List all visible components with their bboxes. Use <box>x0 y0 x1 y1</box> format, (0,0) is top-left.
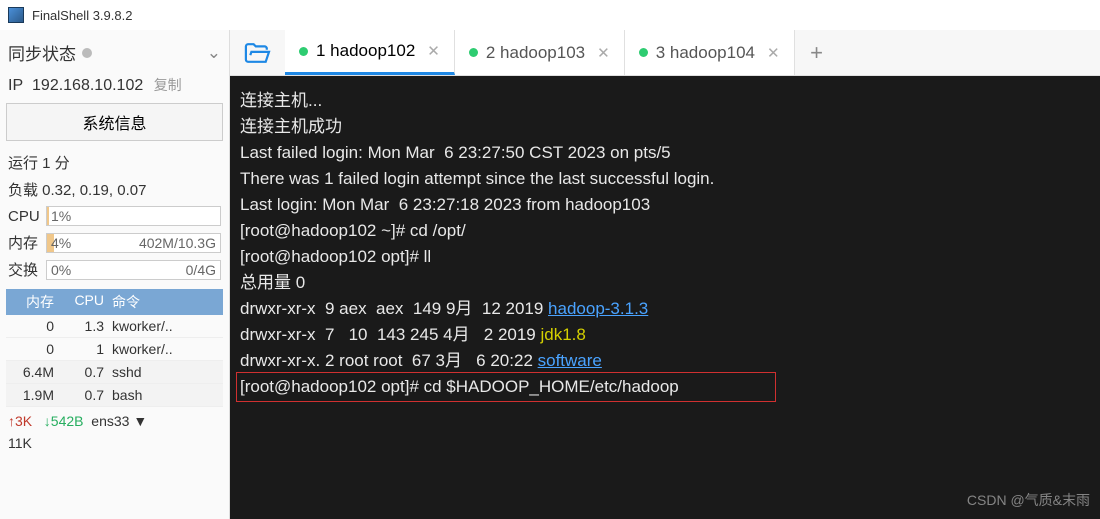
term-line: drwxr-xr-x. 2 root root 67 3月 6 20:22 so… <box>240 351 602 370</box>
net-extra: 11K <box>6 435 223 457</box>
term-line: [root@hadoop102 ~]# cd /opt/ <box>240 221 466 240</box>
table-row[interactable]: 6.4M 0.7 sshd <box>6 361 223 384</box>
tab-hadoop103[interactable]: 2 hadoop103 ✕ <box>455 30 625 75</box>
close-icon[interactable]: ✕ <box>597 44 610 62</box>
ip-value: 192.168.10.102 <box>32 77 143 94</box>
swap-metric: 交换 0% 0/4G <box>6 256 223 283</box>
system-info-button[interactable]: 系统信息 <box>6 103 223 141</box>
status-dot-icon <box>469 48 478 57</box>
term-line: Last failed login: Mon Mar 6 23:27:50 CS… <box>240 143 671 162</box>
table-row[interactable]: 0 1.3 kworker/.. <box>6 315 223 338</box>
term-line: There was 1 failed login attempt since t… <box>240 169 714 188</box>
proc-head-cmd: 命令 <box>108 289 223 315</box>
uptime-text: 运行 1 分 <box>6 149 223 176</box>
proc-head-cpu: CPU <box>58 289 108 315</box>
dir-link[interactable]: software <box>538 351 602 370</box>
net-down: ↓542B <box>44 413 84 429</box>
net-iface[interactable]: ens33 ▼ <box>91 413 147 429</box>
swap-val: 0/4G <box>186 262 216 278</box>
cpu-bar-fill <box>47 207 49 225</box>
status-dot-icon <box>639 48 648 57</box>
cpu-label: CPU <box>8 208 46 225</box>
app-logo-icon <box>8 7 24 23</box>
term-line: drwxr-xr-x 9 aex aex 149 9月 12 2019 hado… <box>240 299 648 318</box>
dir-link[interactable]: hadoop-3.1.3 <box>548 299 648 318</box>
tab-label: 3 hadoop104 <box>656 43 755 63</box>
close-icon[interactable]: ✕ <box>427 42 440 60</box>
load-text: 负载 0.32, 0.19, 0.07 <box>6 176 223 203</box>
new-tab-button[interactable]: + <box>795 30 839 75</box>
chevron-down-icon[interactable]: ⌄ <box>207 43 221 63</box>
swap-pct: 0% <box>51 262 71 278</box>
swap-label: 交换 <box>8 259 46 280</box>
sync-status-row[interactable]: 同步状态 ⌄ <box>6 34 223 71</box>
status-dot-icon <box>299 47 308 56</box>
tab-label: 2 hadoop103 <box>486 43 585 63</box>
mem-bar: 4% 402M/10.3G <box>46 233 221 253</box>
terminal[interactable]: 连接主机... 连接主机成功 Last failed login: Mon Ma… <box>230 76 1100 519</box>
cpu-pct: 1% <box>51 208 71 224</box>
term-line: [root@hadoop102 opt]# cd $HADOOP_HOME/et… <box>240 377 679 396</box>
open-folder-button[interactable] <box>230 30 285 75</box>
app-title: FinalShell 3.9.8.2 <box>32 8 132 23</box>
term-line: 连接主机... <box>240 91 322 110</box>
sync-label: 同步状态 <box>8 40 76 65</box>
sidebar: 同步状态 ⌄ IP 192.168.10.102 复制 系统信息 运行 1 分 … <box>0 30 230 519</box>
cpu-metric: CPU 1% <box>6 203 223 229</box>
term-line: 总用量 0 <box>240 273 305 292</box>
cpu-bar: 1% <box>46 206 221 226</box>
swap-bar: 0% 0/4G <box>46 260 221 280</box>
proc-header: 内存 CPU 命令 <box>6 289 223 315</box>
mem-val: 402M/10.3G <box>139 235 216 251</box>
net-up: ↑3K <box>8 413 32 429</box>
proc-head-mem: 内存 <box>6 289 58 315</box>
term-line: [root@hadoop102 opt]# ll <box>240 247 431 266</box>
tab-hadoop102[interactable]: 1 hadoop102 ✕ <box>285 30 455 75</box>
content-area: 1 hadoop102 ✕ 2 hadoop103 ✕ 3 hadoop104 … <box>230 30 1100 519</box>
watermark: CSDN @气质&末雨 <box>967 487 1090 513</box>
dir-link[interactable]: jdk1.8 <box>540 325 585 344</box>
mem-label: 内存 <box>8 232 46 253</box>
mem-metric: 内存 4% 402M/10.3G <box>6 229 223 256</box>
copy-ip-button[interactable]: 复制 <box>154 77 182 93</box>
term-line: drwxr-xr-x 7 10 143 245 4月 2 2019 jdk1.8 <box>240 325 586 344</box>
close-icon[interactable]: ✕ <box>767 44 780 62</box>
tab-hadoop104[interactable]: 3 hadoop104 ✕ <box>625 30 795 75</box>
term-line: Last login: Mon Mar 6 23:27:18 2023 from… <box>240 195 650 214</box>
sync-dot-icon <box>82 48 92 58</box>
tab-label: 1 hadoop102 <box>316 41 415 61</box>
tab-bar: 1 hadoop102 ✕ 2 hadoop103 ✕ 3 hadoop104 … <box>230 30 1100 76</box>
ip-row: IP 192.168.10.102 复制 <box>6 71 223 103</box>
network-row[interactable]: ↑3K ↓542B ens33 ▼ <box>6 407 223 435</box>
folder-open-icon <box>244 42 272 64</box>
main-split: 同步状态 ⌄ IP 192.168.10.102 复制 系统信息 运行 1 分 … <box>0 30 1100 519</box>
table-row[interactable]: 1.9M 0.7 bash <box>6 384 223 407</box>
ip-label: IP <box>8 77 23 94</box>
mem-pct: 4% <box>51 235 71 251</box>
titlebar: FinalShell 3.9.8.2 <box>0 0 1100 30</box>
table-row[interactable]: 0 1 kworker/.. <box>6 338 223 361</box>
term-line: 连接主机成功 <box>240 117 342 136</box>
